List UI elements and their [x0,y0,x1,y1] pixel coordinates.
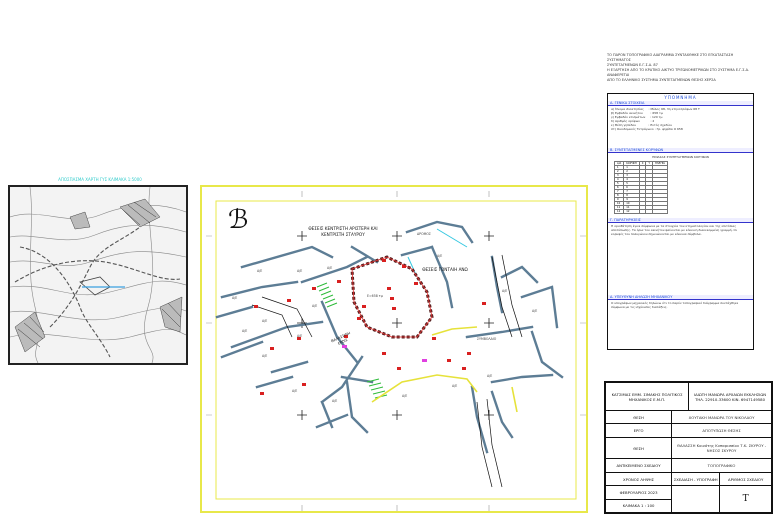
svg-text:ΔΡΟΜΟΣ: ΔΡΟΜΟΣ [417,232,431,236]
svg-text:Α/Ε: Α/Ε [262,319,267,323]
svg-text:Α/Ε: Α/Ε [262,354,267,358]
date-value: ΦΕΒΡΟΥΑΡΙΟΣ 2023 [604,485,673,500]
specs-title: ΥΠΟΜΝΗΜΑ [664,95,697,100]
svg-text:Α/Ε: Α/Ε [297,334,302,338]
row-label: ΑΝΤΙΚΕΙΜΕΝΟ ΣΧΕΔΙΟΥ [604,458,673,473]
coords-cell: 12 [613,209,625,214]
row-value: ΧΟΥΤΑΚΗ ΜΑΝΩΡΑ ΤΟΥ ΝΙΚΟΛΑΟΥ [671,409,772,425]
svg-text:Α/Ε: Α/Ε [532,309,537,313]
row-label: ΘΕΣΗ [604,409,673,425]
signature-area [671,485,721,513]
drawing-number: T [719,485,772,513]
coords-cell [652,209,668,214]
svg-text:Α/Ε: Α/Ε [242,329,247,333]
inset-topo-map [8,185,188,365]
svg-text:ΣΥΜΒΟΛΑΙΟ: ΣΥΜΒΟΛΑΙΟ [477,337,497,341]
drawing-no-label: ΑΡΙΘΜΟΣ ΣΧΕΔΙΟΥ [719,471,772,487]
top-note-line: Η ΕΞΑΡΤΗΣΗ ΑΠΟ ΤΟ ΚΡΑΤΙΚΟ ΔΙΚΤΥΟ ΤΡΙΓΩΝΟ… [607,68,750,77]
coords-cell: 12 [623,209,640,214]
row-value: ΘΑΛΑΣΣΗ Κοινότης Κυπαρισσίου Τ.Κ. ΣΚΥΡΟΥ… [671,436,772,460]
svg-text:Α/Ε: Α/Ε [257,269,262,273]
coords-header-cell: ΚΟΡΥΦΗ [623,161,640,166]
survey-plan-drawing: Α/Ε Α/Ε Α/Ε Α/Ε Α/Ε Α/Ε Α/Ε ΔΡΟΜΟΣ Α/Ε Α/Ε Α/Ε Σ… [206,191,586,511]
inset-topo-drawing [10,187,186,363]
survey-sheet: Α/Ε Α/Ε Α/Ε Α/Ε Α/Ε Α/Ε Α/Ε ΔΡΟΜΟΣ Α/Ε Α/Ε Α/Ε Σ… [200,185,588,513]
svg-text:Α/Ε: Α/Ε [297,269,302,273]
area-label-east: ΘΕΣΕΙΣ ΓΟΝΤΑΙΗ ΑΝΩ [422,267,468,272]
inset-map-title: ΑΠΟΣΠΑΣΜΑ ΧΑΡΤΗ ΓΥΣ ΚΛΙΜΑΚΑ 1:5000 [58,177,142,182]
row-label: ΕΡΓΟ [604,423,673,438]
svg-text:Α/Ε: Α/Ε [312,304,317,308]
row-label: ΘΕΣΗ [604,436,673,460]
coords-row: 12 12 [613,209,668,214]
title-block: ΚΑΤΣΙΜΑΣ ΕΜΜ. ΣΙΜΑΚΗΣ ΠΟΛΙΤΙΚΟΣ ΜΗΧΑΝΙΚΟ… [604,381,773,514]
client-info: ΙΔΙΩΤΗ ΜΑΝΩΡΑ ΑΡΧΑΙΩΝ ΕΚΚΛΗΣΙΩΝ ΤΗΛ. 229… [688,382,772,411]
svg-text:Α/Ε: Α/Ε [452,384,457,388]
specs-panel: ΥΠΟΜΝΗΜΑ Α. ΓΕΝΙΚΑ ΣΤΟΙΧΕΙΑ α) Όνομα ιδι… [607,93,754,350]
north-arrow: ℬ [228,205,249,235]
section-general-body: α) Όνομα ιδιοκτησίας : Μύλος 68, 3η κτην… [611,107,700,131]
coords-cell [638,209,647,214]
section-declaration-body: Ο υπογράφων μηχανικός δηλώνω ότι το παρό… [611,301,740,309]
svg-text:Α/Ε: Α/Ε [402,394,407,398]
top-note-line: ΑΠΟ ΤΟ ΕΛΛΗΝΙΚΟ ΣΥΣΤΗΜΑ ΣΥΝΤΕΤΑΓΜΕΝΩΝ ΘΕ… [607,78,716,82]
coords-table-title: ΠΙΝΑΚΑΣ ΣΥΝΤΕΤΑΓΜΕΝΩΝ ΚΟΡΥΦΩΝ [652,155,709,159]
grid-crosses [297,231,494,420]
svg-text:Α/Ε: Α/Ε [327,266,332,270]
scale: ΚΛΙΜΑΚΑ 1 : 100 [604,498,673,514]
section-notes-body: Η οριοθέτηση έγινε σύμφωνα με τα στοιχεί… [611,224,738,236]
top-note-line: ΤΟ ΠΑΡΟΝ ΤΟΠΟΓΡΑΦΙΚΟ ΔΙΑΓΡΑΜΜΑ ΣΥΝΤΑΧΘΗΚ… [607,53,734,62]
svg-text:Α/Ε: Α/Ε [502,289,507,293]
top-note: ΤΟ ΠΑΡΟΝ ΤΟΠΟΓΡΑΦΙΚΟ ΔΙΑΓΡΑΜΜΑ ΣΥΝΤΑΧΘΗΚ… [607,53,757,82]
svg-text:Α/Ε: Α/Ε [487,374,492,378]
row-value: ΤΟΠΟΓΡΑΦΙΚΟ [671,458,772,473]
svg-text:Α/Ε: Α/Ε [437,254,442,258]
engineer-info: ΚΑΤΣΙΜΑΣ ΕΜΜ. ΣΙΜΑΚΗΣ ΠΟΛΙΤΙΚΟΣ ΜΗΧΑΝΙΚΟ… [604,382,690,411]
sign-label: ΣΧΕΔΙΑΣΗ - ΥΠΟΓΡΑΦΗ [671,471,721,487]
row-value: ΑΠΟΤΥΠΩΣΗ ΘΕΣΗΣ [671,423,772,438]
svg-text:Α/Ε: Α/Ε [292,389,297,393]
svg-text:Α/Ε: Α/Ε [332,399,337,403]
svg-text:Α/Ε: Α/Ε [232,296,237,300]
date-label: ΧΡΟΝΟΣ ΛΗΨΗΣ [604,471,673,487]
svg-text:Ε=658 τμ: Ε=658 τμ [367,294,383,298]
area-label-west: ΘΕΣΕΙΣ ΚΕΝΤΡΙΣΤΗ ΑΡΙΣΤΕΡΗ ΚΑΙ ΚΕΝΤΡΙΣΤΗ … [308,226,378,237]
coords-table: Α/Α ΚΟΡΥΦΗ X Y ΠΛΕΥΡΑ 1 1 2 2 3 3 4 4 5 5 6 6 7 7 8 8 9 9 10 10… [613,161,668,214]
